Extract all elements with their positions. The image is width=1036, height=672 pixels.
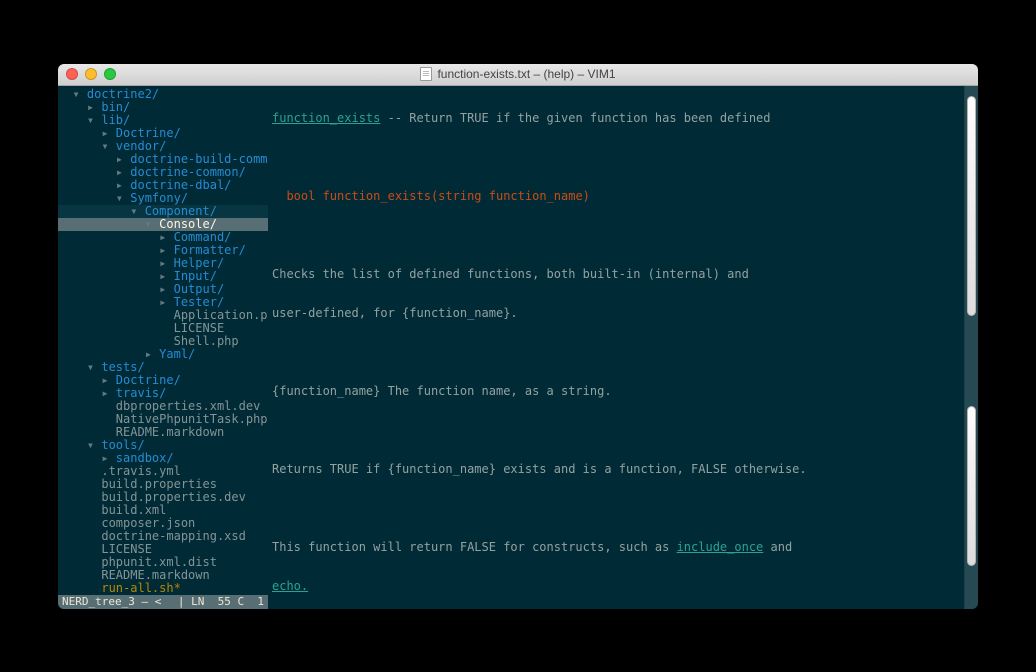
nerdtree-sidebar[interactable]: ▾ doctrine2/ ▸ bin/ ▾ lib/ ▸ Doctrine/ ▾… [58,86,268,609]
help-desc: -- Return TRUE if the given function has… [380,111,770,125]
help-text: Returns TRUE if {function_name} exists a… [272,463,960,476]
help-link-include-once[interactable]: include_once [677,540,764,554]
traffic-lights [66,68,116,80]
help-sig-fn: function_exists [323,189,431,203]
help-fn-link: function_exists [272,111,380,125]
document-icon [420,67,432,81]
scrollbar-thumb-bottom[interactable] [967,406,976,566]
help-text: user-defined, for {function_name}. [272,307,960,320]
minimize-icon[interactable] [85,68,97,80]
nerdtree-statusline: NERD_tree_3 – < | LN 55 C 1 [58,595,268,609]
statusline-right: | LN 55 C 1 [178,595,264,609]
titlebar[interactable]: function-exists.txt – (help) – VIM1 [58,64,978,86]
help-link-echo[interactable]: echo. [272,579,308,593]
main-area: function_exists -- Return TRUE if the gi… [268,86,964,609]
help-sig-args: (string function_name) [431,189,590,203]
help-buffer[interactable]: function_exists -- Return TRUE if the gi… [268,86,964,609]
content: ▾ doctrine2/ ▸ bin/ ▾ lib/ ▸ Doctrine/ ▾… [58,86,978,609]
window-title: function-exists.txt – (help) – VIM1 [58,67,978,81]
help-text: {function_name} The function name, as a … [272,385,960,398]
app-window: function-exists.txt – (help) – VIM1 ▾ do… [58,64,978,609]
help-sig-return: bool [286,189,322,203]
tree-file[interactable]: run-all.sh* [58,582,268,595]
help-text: Checks the list of defined functions, bo… [272,268,960,281]
zoom-icon[interactable] [104,68,116,80]
statusline-left: NERD_tree_3 – < [62,595,168,609]
help-text: This function will return FALSE for cons… [272,540,677,554]
file-tree[interactable]: ▾ doctrine2/ ▸ bin/ ▾ lib/ ▸ Doctrine/ ▾… [58,86,268,595]
scrollbar-thumb-top[interactable] [967,96,976,316]
close-icon[interactable] [66,68,78,80]
scrollbar-track[interactable] [964,86,978,609]
window-title-text: function-exists.txt – (help) – VIM1 [437,67,615,81]
